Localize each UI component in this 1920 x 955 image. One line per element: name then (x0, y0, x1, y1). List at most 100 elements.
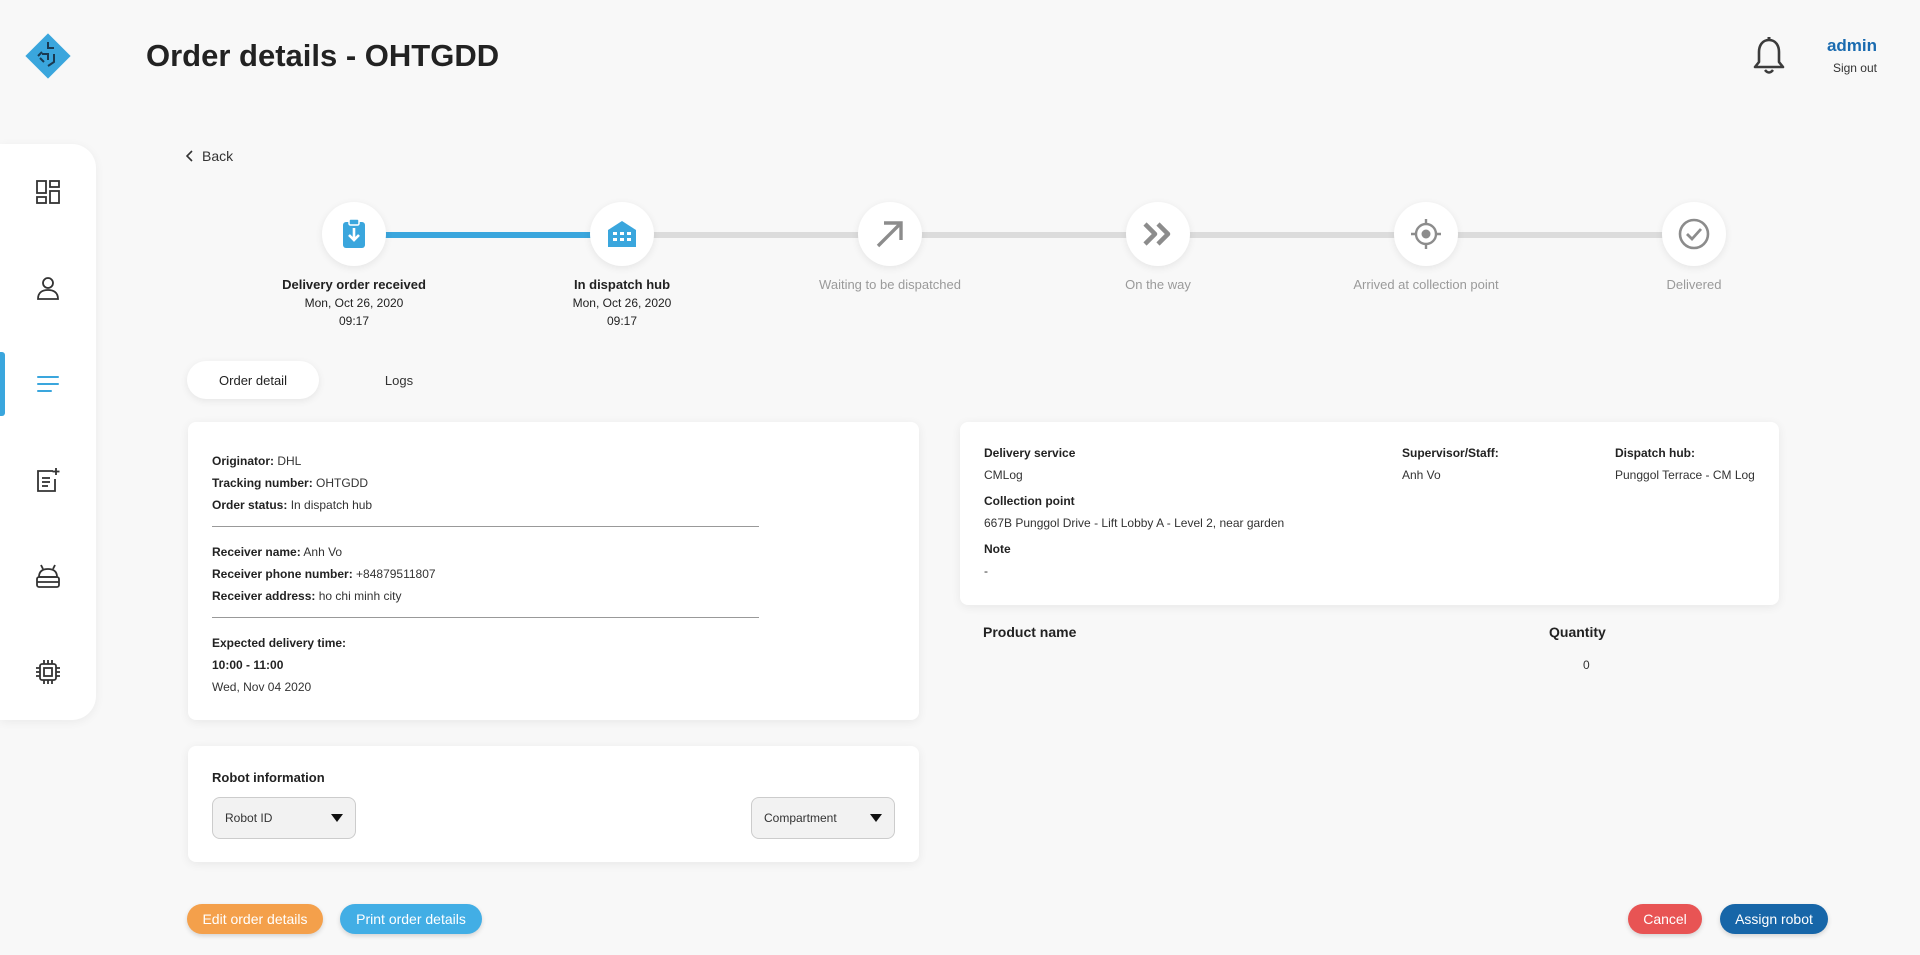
step-circle (322, 202, 386, 266)
originator-label: Originator: (212, 454, 274, 468)
dispatch-hub-field: Dispatch hub: Punggol Terrace - CM Log (1615, 446, 1755, 482)
note-field: Note - (984, 542, 1011, 578)
sidebar-item-devices[interactable] (0, 640, 96, 704)
back-link[interactable]: Back (186, 148, 233, 164)
robot-info-title: Robot information (212, 770, 325, 785)
caret-down-icon (331, 814, 343, 822)
quantity-header: Quantity (1549, 624, 1606, 640)
step-circle (1662, 202, 1726, 266)
step-time: 09:17 (606, 314, 638, 328)
sidebar-item-orders[interactable] (0, 352, 96, 416)
product-name-header: Product name (983, 624, 1077, 640)
note-value: - (984, 564, 988, 578)
status-label: Order status: (212, 498, 288, 512)
divider (212, 526, 759, 527)
step-circle (1394, 202, 1458, 266)
edit-order-button[interactable]: Edit order details (187, 904, 323, 934)
step-circle (590, 202, 654, 266)
delivery-info-card: Delivery service CMLog Supervisor/Staff:… (960, 422, 1779, 605)
page-title: Order details - OHTGDD (146, 38, 500, 73)
expected-delivery-label: Expected delivery time: (212, 636, 347, 650)
receiver-phone-value: +84879511807 (356, 567, 436, 581)
user-menu: admin Sign out (1827, 36, 1877, 75)
originator-value: DHL (277, 454, 302, 468)
tab-order-detail[interactable]: Order detail (187, 361, 319, 399)
robot-icon (36, 564, 60, 588)
tracking-row: Tracking number: OHTGDD (212, 472, 895, 494)
orders-list-icon (37, 376, 59, 392)
double-chevron-right-icon (1143, 222, 1171, 246)
step-date: Mon, Oct 26, 2020 (572, 296, 672, 310)
step-label: Waiting to be dispatched (819, 277, 961, 292)
arrow-up-right-icon (876, 221, 903, 248)
step-label: On the way (1125, 277, 1191, 292)
chevron-left-icon (186, 150, 193, 162)
originator-row: Originator: DHL (212, 450, 895, 472)
expected-delivery-date: Wed, Nov 04 2020 (212, 680, 312, 694)
chip-icon (36, 660, 60, 684)
step-circle (1126, 202, 1190, 266)
tab-logs[interactable]: Logs (333, 361, 465, 399)
collection-point-label: Collection point (984, 494, 1075, 508)
status-row: Order status: In dispatch hub (212, 494, 895, 516)
sign-out-link[interactable]: Sign out (1827, 61, 1877, 75)
robot-id-placeholder: Robot ID (225, 811, 273, 825)
compartment-select[interactable]: Compartment (751, 797, 895, 839)
receiver-name-label: Receiver name: (212, 545, 301, 559)
step-label: Delivered (1666, 277, 1722, 292)
clipboard-download-icon (343, 218, 365, 248)
divider (212, 617, 759, 618)
step-waiting-dispatch: Waiting to be dispatched (780, 202, 1000, 292)
receiver-phone-row: Receiver phone number: +84879511807 (212, 563, 895, 585)
step-time: 09:17 (338, 314, 370, 328)
sidebar-item-new-order[interactable] (0, 448, 96, 512)
sidebar-item-users[interactable] (0, 256, 96, 320)
dispatch-hub-value: Punggol Terrace - CM Log (1615, 468, 1755, 482)
supervisor-label: Supervisor/Staff: (1402, 446, 1499, 460)
collection-point-value: 667B Punggol Drive - Lift Lobby A - Leve… (984, 516, 1285, 530)
delivery-service-value: CMLog (984, 468, 1023, 482)
receiver-address-label: Receiver address: (212, 589, 316, 603)
step-label: Delivery order received (282, 277, 426, 292)
location-target-icon (1411, 219, 1441, 249)
app-logo[interactable] (24, 32, 72, 80)
receiver-address-row: Receiver address: ho chi minh city (212, 585, 895, 607)
assign-robot-button[interactable]: Assign robot (1720, 904, 1828, 934)
step-delivered: Delivered (1584, 202, 1804, 292)
step-order-received: Delivery order received Mon, Oct 26, 202… (244, 202, 464, 328)
supervisor-field: Supervisor/Staff: Anh Vo (1402, 446, 1499, 482)
robot-id-select[interactable]: Robot ID (212, 797, 356, 839)
tracking-label: Tracking number: (212, 476, 313, 490)
caret-down-icon (870, 814, 882, 822)
tracking-value: OHTGDD (316, 476, 369, 490)
user-name[interactable]: admin (1827, 36, 1877, 56)
note-label: Note (984, 542, 1011, 556)
compartment-placeholder: Compartment (764, 811, 837, 825)
dispatch-hub-label: Dispatch hub: (1615, 446, 1695, 460)
add-order-icon (37, 468, 60, 492)
print-order-button[interactable]: Print order details (340, 904, 482, 934)
step-arrived-collection: Arrived at collection point (1316, 202, 1536, 292)
expected-delivery-window: 10:00 - 11:00 (212, 658, 284, 672)
order-info-card: Originator: DHL Tracking number: OHTGDD … (188, 422, 919, 720)
cancel-button[interactable]: Cancel (1628, 904, 1702, 934)
step-date: Mon, Oct 26, 2020 (304, 296, 404, 310)
sidebar-item-robots[interactable] (0, 544, 96, 608)
back-label: Back (202, 148, 234, 164)
check-circle-icon (1678, 218, 1710, 250)
user-icon (37, 277, 59, 300)
step-in-dispatch-hub: In dispatch hub Mon, Oct 26, 2020 09:17 (512, 202, 732, 328)
sidebar-item-dashboard[interactable] (0, 160, 96, 224)
sidebar (0, 144, 96, 720)
receiver-address-value: ho chi minh city (318, 589, 402, 603)
step-label: Arrived at collection point (1353, 277, 1499, 292)
detail-tabs: Order detail Logs (187, 361, 465, 399)
supervisor-value: Anh Vo (1402, 468, 1441, 482)
delivery-service-label: Delivery service (984, 446, 1076, 460)
quantity-value: 0 (1583, 658, 1590, 672)
step-on-the-way: On the way (1048, 202, 1268, 292)
robot-info-card: Robot information Robot ID Compartment (188, 746, 919, 862)
dashboard-icon (36, 180, 60, 204)
notification-bell-icon[interactable] (1752, 36, 1786, 76)
receiver-name-row: Receiver name: Anh Vo (212, 541, 895, 563)
